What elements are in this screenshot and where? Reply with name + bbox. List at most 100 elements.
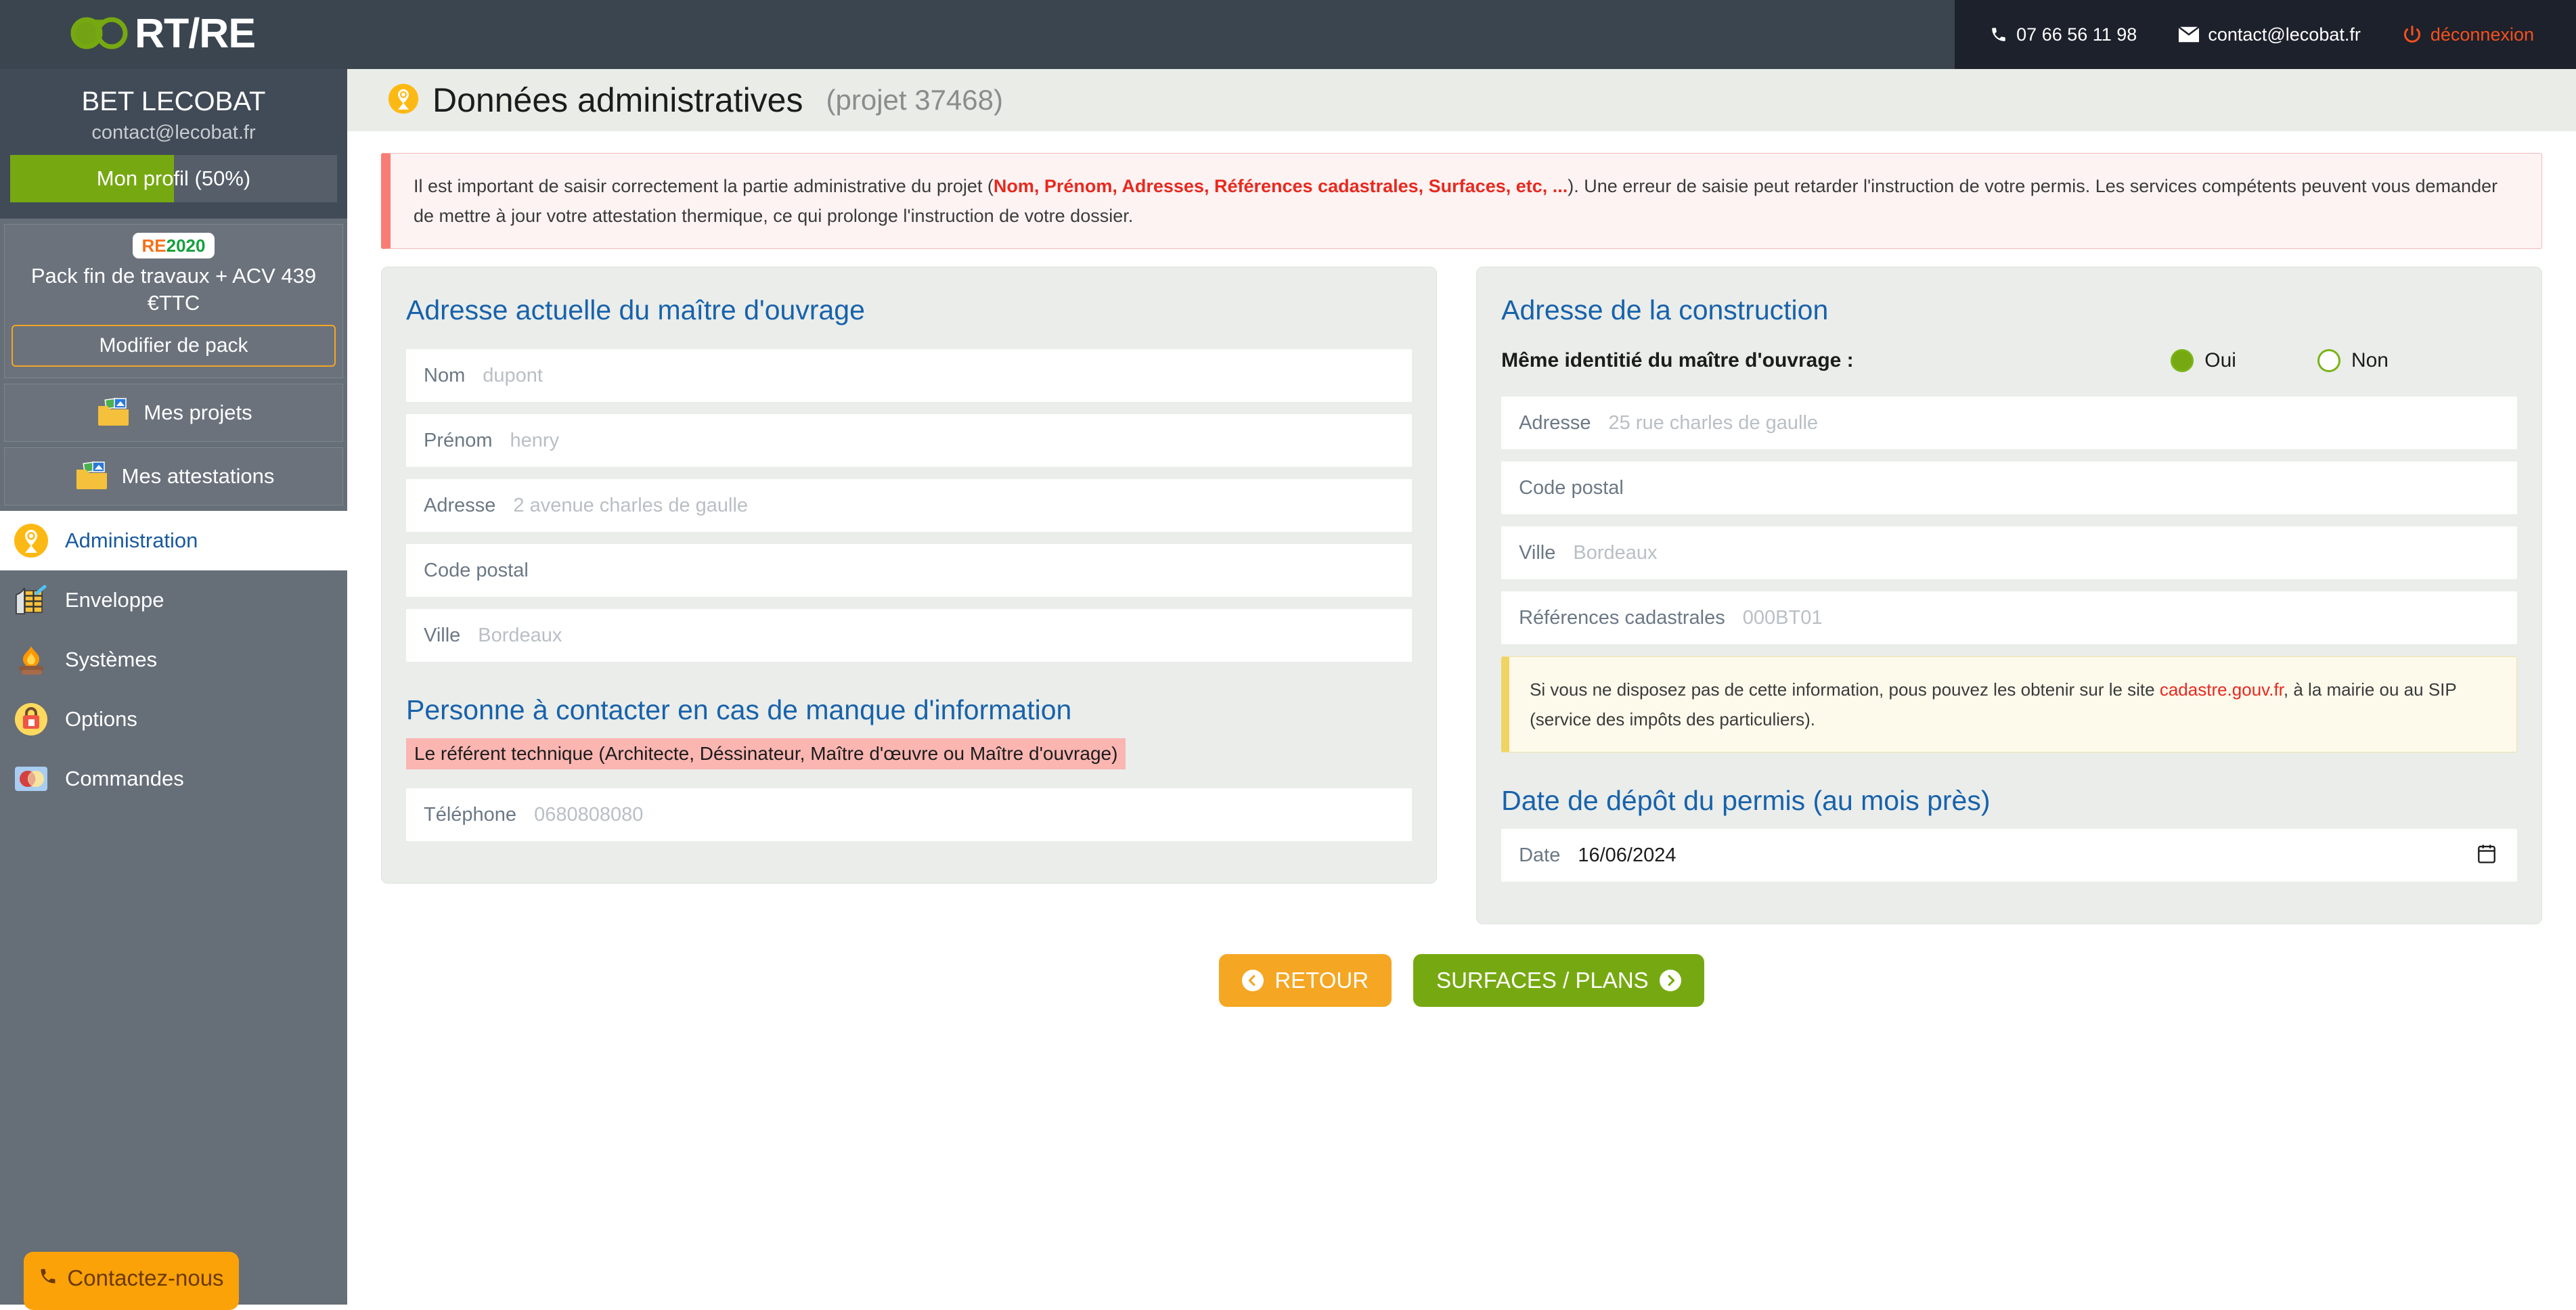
pack-badge-year: 2020 — [166, 235, 206, 256]
cadastre-info-note: Si vous ne disposez pas de cette informa… — [1501, 656, 2517, 752]
profile-progress-label: Mon profil (50%) — [96, 166, 251, 190]
field-construction-code-postal[interactable]: Code postal — [1501, 461, 2517, 514]
owner-address-panel: Adresse actuelle du maître d'ouvrage Nom… — [381, 267, 1438, 884]
radio-option-oui[interactable]: Oui — [2171, 349, 2236, 372]
sidebar-account-block: BET LECOBAT contact@lecobat.fr Mon profi… — [0, 69, 347, 219]
field-label: Prénom — [424, 429, 493, 451]
change-pack-button[interactable]: Modifier de pack — [12, 325, 336, 367]
sidebar-item-label: Systèmes — [65, 648, 158, 671]
sidebar-item-administration[interactable]: Administration — [0, 511, 347, 570]
credit-card-icon — [12, 760, 50, 798]
construction-address-panel: Adresse de la construction Même identiti… — [1476, 267, 2542, 924]
field-value: Bordeaux — [478, 624, 562, 646]
field-label: Date — [1519, 844, 1561, 866]
sidebar-item-commandes[interactable]: Commandes — [0, 749, 347, 809]
pack-badge-re: RE — [141, 235, 166, 256]
folder-images-icon — [73, 457, 111, 495]
field-value: 000BT01 — [1742, 606, 1823, 629]
field-telephone[interactable]: Téléphone 0680808080 — [406, 788, 1413, 841]
field-value: 25 rue charles de gaulle — [1608, 411, 1819, 434]
power-icon — [2403, 25, 2422, 44]
phone-icon — [39, 1265, 58, 1291]
alert-text-bold: Nom, Prénom, Adresses, Références cadast… — [993, 176, 1568, 196]
phone-link[interactable]: 07 66 56 11 98 — [1990, 24, 2137, 45]
logo-text: RT/RE — [135, 10, 256, 56]
field-nom[interactable]: Nom dupont — [406, 349, 1413, 402]
back-button[interactable]: RETOUR — [1219, 954, 1392, 1007]
infinity-logo-icon — [70, 12, 129, 54]
sidebar-item-options[interactable]: Options — [0, 690, 347, 749]
pack-badge: RE2020 — [132, 233, 215, 258]
contact-us-label: Contactez-nous — [67, 1265, 224, 1290]
sidebar-item-mes-projets[interactable]: Mes projets — [4, 384, 343, 442]
field-label: Références cadastrales — [1519, 606, 1725, 629]
email-link[interactable]: contact@lecobat.fr — [2179, 24, 2361, 45]
sidebar-item-label: Enveloppe — [65, 588, 164, 612]
field-label: Code postal — [424, 559, 529, 581]
referent-note: Le référent technique (Architecte, Déssi… — [406, 738, 1126, 769]
sidebar-item-mes-attestations[interactable]: Mes attestations — [4, 447, 343, 505]
top-bar: RT/RE 07 66 56 11 98 contact@lecobat.fr … — [0, 0, 2576, 69]
profile-progress-button[interactable]: Mon profil (50%) — [10, 155, 337, 202]
sidebar-item-enveloppe[interactable]: Enveloppe — [0, 570, 347, 630]
field-value: Bordeaux — [1573, 541, 1658, 564]
sidebar-item-label: Administration — [65, 528, 198, 552]
sidebar-item-label: Mes projets — [143, 401, 252, 424]
logout-link[interactable]: déconnexion — [2403, 24, 2534, 45]
field-construction-adresse[interactable]: Adresse 25 rue charles de gaulle — [1501, 397, 2517, 449]
map-pin-icon — [388, 83, 419, 118]
field-label: Ville — [1519, 541, 1556, 564]
page-subtitle: (projet 37468) — [826, 84, 1004, 116]
sidebar-item-label: Mes attestations — [121, 464, 275, 488]
contact-person-heading: Personne à contacter en cas de manque d'… — [406, 694, 1072, 725]
next-button[interactable]: SURFACES / PLANS — [1413, 954, 1704, 1007]
app-logo[interactable]: RT/RE — [70, 10, 256, 56]
back-button-label: RETOUR — [1274, 968, 1369, 993]
contact-us-button[interactable]: Contactez-nous — [24, 1252, 239, 1310]
phone-text: 07 66 56 11 98 — [2016, 24, 2137, 45]
logout-text: déconnexion — [2430, 24, 2534, 45]
radio-indicator — [2171, 349, 2194, 372]
page-title: Données administratives — [432, 81, 803, 119]
field-prenom[interactable]: Prénom henry — [406, 414, 1413, 467]
padlock-bag-icon — [12, 700, 50, 738]
pack-card: RE2020 Pack fin de travaux + ACV 439 €TT… — [4, 224, 343, 378]
radio-option-non[interactable]: Non — [2317, 349, 2389, 372]
field-label: Téléphone — [424, 803, 517, 826]
sidebar-item-label: Commandes — [65, 767, 184, 790]
radio-label: Oui — [2204, 349, 2236, 371]
calendar-icon[interactable] — [2478, 844, 2495, 867]
field-label: Ville — [424, 624, 461, 646]
form-actions: RETOUR SURFACES / PLANS — [347, 954, 2576, 1007]
sidebar: BET LECOBAT contact@lecobat.fr Mon profi… — [0, 69, 347, 1310]
field-construction-ville[interactable]: Ville Bordeaux — [1501, 526, 2517, 579]
fire-icon — [12, 641, 50, 679]
field-label: Adresse — [1519, 411, 1591, 434]
form-columns: Adresse actuelle du maître d'ouvrage Nom… — [347, 249, 2576, 924]
cadastre-note-before: Si vous ne disposez pas de cette informa… — [1530, 679, 2160, 700]
field-ville[interactable]: Ville Bordeaux — [406, 609, 1413, 662]
field-date-depot[interactable]: Date 16/06/2024 — [1501, 829, 2517, 882]
brick-wall-icon — [12, 581, 50, 619]
radio-label: Non — [2351, 349, 2389, 371]
sidebar-item-systemes[interactable]: Systèmes — [0, 630, 347, 690]
same-identity-row: Même identitié du maître d'ouvrage : Oui… — [1501, 349, 2517, 372]
field-references-cadastrales[interactable]: Références cadastrales 000BT01 — [1501, 591, 2517, 644]
construction-address-heading: Adresse de la construction — [1501, 294, 1829, 325]
map-pin-icon — [12, 522, 50, 560]
same-identity-label: Même identitié du maître d'ouvrage : — [1501, 349, 1854, 371]
field-label: Code postal — [1519, 476, 1624, 499]
sidebar-lower-nav: Enveloppe Systèmes Options Commandes — [0, 570, 347, 809]
field-adresse[interactable]: Adresse 2 avenue charles de gaulle — [406, 479, 1413, 532]
field-value: 16/06/2024 — [1578, 844, 1676, 866]
pack-name: Pack fin de travaux + ACV 439 €TTC — [30, 264, 317, 315]
field-code-postal[interactable]: Code postal — [406, 544, 1413, 597]
owner-address-heading: Adresse actuelle du maître d'ouvrage — [406, 294, 865, 325]
envelope-icon — [2179, 26, 2200, 43]
arrow-left-circle-icon — [1242, 970, 1264, 991]
email-text: contact@lecobat.fr — [2208, 24, 2361, 45]
field-label: Nom — [424, 364, 466, 386]
field-value: henry — [510, 429, 560, 451]
cadastre-link[interactable]: cadastre.gouv.fr — [2160, 679, 2284, 700]
alert-text-before: Il est important de saisir correctement … — [414, 176, 994, 196]
